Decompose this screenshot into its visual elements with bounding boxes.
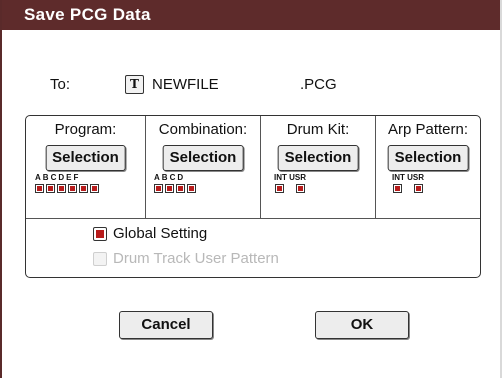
bank-label: D: [177, 173, 186, 182]
drum-kit-selection-button[interactable]: Selection: [277, 145, 359, 171]
bank-label: A: [154, 173, 162, 182]
drum-kit-column: Drum Kit: Selection INT USR: [260, 116, 375, 218]
combination-selection-button[interactable]: Selection: [162, 145, 244, 171]
arp-pattern-selection-button[interactable]: Selection: [387, 145, 469, 171]
bank-label: INT: [392, 173, 405, 182]
program-bank-indicators: ABCDEF: [35, 174, 99, 198]
to-label: To:: [50, 76, 71, 93]
bank-label: F: [73, 173, 81, 182]
bank-indicator: [46, 184, 55, 193]
dialog-title: Save PCG Data: [2, 0, 500, 30]
bank-label: B: [42, 173, 51, 182]
save-pcg-dialog: Save PCG Data To: T NEWFILE .PCG Program…: [0, 0, 502, 378]
group-divider: [26, 218, 480, 219]
bank-indicator: [187, 184, 196, 193]
bank-indicator: [35, 184, 44, 193]
combination-title: Combination:: [158, 121, 248, 138]
bank-label: INT: [274, 173, 287, 182]
drum-kit-title: Drum Kit:: [286, 121, 350, 138]
bank-indicator: [414, 184, 423, 193]
file-extension: .PCG: [300, 76, 337, 93]
bank-indicator: [90, 184, 99, 193]
text-edit-icon[interactable]: T: [125, 75, 144, 94]
filename-field[interactable]: NEWFILE: [152, 76, 219, 93]
arp-pattern-column: Arp Pattern: Selection INT USR: [375, 116, 480, 218]
program-column: Program: Selection ABCDEF: [26, 116, 145, 218]
arp-pattern-bank-indicators: INT USR: [392, 174, 424, 198]
bank-indicator: [79, 184, 88, 193]
bank-label: A: [35, 173, 43, 182]
combination-column: Combination: Selection ABCD: [145, 116, 260, 218]
program-title: Program:: [54, 121, 117, 138]
global-setting-option[interactable]: Global Setting: [93, 225, 207, 242]
bank-label: USR: [289, 173, 307, 182]
bank-label: USR: [407, 173, 425, 182]
data-selection-group: Program: Selection ABCDEF Combination: S…: [25, 115, 481, 278]
drum-track-option: Drum Track User Pattern: [93, 250, 279, 267]
drum-kit-bank-indicators: INT USR: [274, 174, 306, 198]
bank-indicator: [154, 184, 163, 193]
bank-indicator: [393, 184, 402, 193]
arp-pattern-title: Arp Pattern:: [387, 121, 469, 138]
global-setting-checkbox[interactable]: [93, 226, 107, 241]
global-setting-label: Global Setting: [113, 225, 208, 242]
drum-track-label: Drum Track User Pattern: [113, 250, 279, 267]
bank-indicator: [57, 184, 66, 193]
bank-label: D: [58, 173, 67, 182]
bank-label: B: [161, 173, 170, 182]
bank-indicator: [68, 184, 77, 193]
bank-indicator: [275, 184, 284, 193]
drum-track-checkbox: [93, 251, 107, 266]
bank-indicator: [165, 184, 174, 193]
cancel-button[interactable]: Cancel: [119, 311, 213, 339]
combination-bank-indicators: ABCD: [154, 174, 196, 198]
bank-indicator: [176, 184, 185, 193]
ok-button[interactable]: OK: [315, 311, 409, 339]
bank-indicator: [296, 184, 305, 193]
program-selection-button[interactable]: Selection: [45, 145, 126, 171]
